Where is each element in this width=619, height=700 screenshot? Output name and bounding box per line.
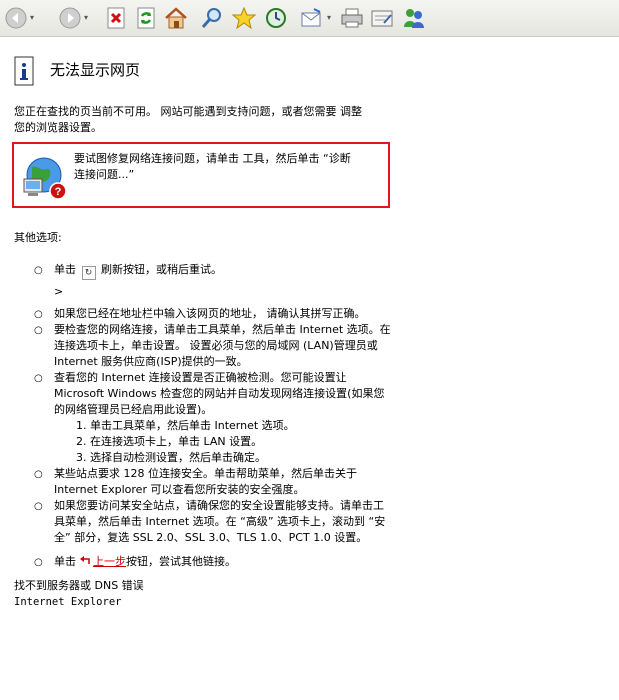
refresh-icon[interactable] <box>134 6 158 30</box>
stop-icon[interactable] <box>104 6 128 30</box>
list-item: ○ 某些站点要求 128 位连接安全。单击帮助菜单，然后单击关于 Interne… <box>34 466 392 498</box>
options-list: ○ 单击 ↻ 刷新按钮，或稍后重试。 > ○ 如果您已经在地址栏中输入该网页的地… <box>34 262 392 570</box>
diagnose-box: ? 要试图修复网络连接问题，请单击 工具，然后单击 “诊断 连接问题...” <box>12 142 390 208</box>
list-item: ○ 单击 上一步按钮，尝试其他链接。 <box>34 554 392 570</box>
intro-line-2: 您的浏览器设置。 <box>14 121 102 134</box>
list-item: ○ 查看您的 Internet 连接设置是否正确被检测。您可能设置让 Micro… <box>34 370 392 466</box>
bullet-icon: ○ <box>34 373 43 384</box>
info-icon <box>14 56 34 86</box>
bullet-icon: ○ <box>34 557 43 568</box>
refresh-option-pre: 单击 <box>54 263 76 276</box>
back-option-pre: 单击 <box>54 555 76 568</box>
footer-error: 找不到服务器或 DNS 错误 <box>14 579 144 592</box>
list-item: ○ 单击 ↻ 刷新按钮，或稍后重试。 > <box>34 262 392 300</box>
step-item: 单击工具菜单，然后单击 Internet 选项。 <box>90 418 392 434</box>
print-icon[interactable] <box>340 6 364 30</box>
mail-dropdown-icon[interactable]: ▾ <box>327 14 334 22</box>
intro-line-1: 您正在查找的页当前不可用。 网站可能遇到支持问题，或者您需要 调整 <box>14 105 362 118</box>
list-item: ○ 要检查您的网络连接，请单击工具菜单，然后单击 Internet 选项。在连接… <box>34 322 392 370</box>
history-icon[interactable] <box>264 6 288 30</box>
footer: 找不到服务器或 DNS 错误 Internet Explorer <box>14 578 144 610</box>
bullet-icon: ○ <box>34 309 43 320</box>
back-link[interactable]: 上一步 <box>93 555 126 568</box>
mail-icon[interactable] <box>300 6 324 30</box>
back-dropdown-icon[interactable]: ▾ <box>30 14 37 22</box>
back-option-post: 按钮，尝试其他链接。 <box>126 555 236 568</box>
secure-site-option: 如果您要访问某安全站点，请确保您的安全设置能够支持。请单击工具菜单，然后单击 I… <box>54 499 386 544</box>
back-arrow-icon <box>79 554 90 564</box>
intro-text: 您正在查找的页当前不可用。 网站可能遇到支持问题，或者您需要 调整 您的浏览器设… <box>14 104 414 136</box>
edit-icon[interactable] <box>370 6 394 30</box>
footer-app: Internet Explorer <box>14 596 122 608</box>
address-option: 如果您已经在地址栏中输入该网页的地址， 请确认其拼写正确。 <box>54 307 366 320</box>
list-item: ○ 如果您已经在地址栏中输入该网页的地址， 请确认其拼写正确。 <box>34 306 392 322</box>
step-item: 在连接选项卡上，单击 LAN 设置。 <box>90 434 392 450</box>
diagnose-text: 要试图修复网络连接问题，请单击 工具，然后单击 “诊断 连接问题...” <box>74 151 374 183</box>
favorites-icon[interactable] <box>232 6 256 30</box>
home-icon[interactable] <box>164 6 188 30</box>
bullet-icon: ○ <box>34 469 43 480</box>
steps-list: 单击工具菜单，然后单击 Internet 选项。 在连接选项卡上，单击 LAN … <box>54 418 392 466</box>
refresh-option-gt: > <box>54 285 64 298</box>
forward-icon[interactable] <box>58 6 82 30</box>
network-globe-icon: ? <box>22 155 70 201</box>
bullet-icon: ○ <box>34 501 43 512</box>
bullet-icon: ○ <box>34 265 43 276</box>
security-128-option: 某些站点要求 128 位连接安全。单击帮助菜单，然后单击关于 Internet … <box>54 467 357 496</box>
page-title-block: 无法显示网页 <box>14 56 414 92</box>
detect-option: 查看您的 Internet 连接设置是否正确被检测。您可能设置让 Microso… <box>54 371 385 416</box>
diagnose-line-1: 要试图修复网络连接问题，请单击 工具，然后单击 “诊断 <box>74 152 351 165</box>
network-option: 要检查您的网络连接，请单击工具菜单，然后单击 Internet 选项。在连接选项… <box>54 323 391 368</box>
refresh-small-icon[interactable]: ↻ <box>81 266 96 280</box>
diagnose-line-2: 连接问题...” <box>74 168 135 181</box>
forward-dropdown-icon[interactable]: ▾ <box>84 14 91 22</box>
refresh-option-post: 刷新按钮，或稍后重试。 <box>101 263 222 276</box>
search-icon[interactable] <box>200 6 224 30</box>
other-options-heading: 其他选项: <box>14 231 62 244</box>
step-item: 选择自动检测设置，然后单击确定。 <box>90 450 392 466</box>
bullet-icon: ○ <box>34 325 43 336</box>
messenger-icon[interactable] <box>402 6 426 30</box>
page-title: 无法显示网页 <box>50 61 141 79</box>
browser-toolbar: ▾ ▾ ▾ <box>0 0 619 37</box>
back-icon[interactable] <box>4 6 28 30</box>
svg-text:?: ? <box>55 186 62 198</box>
list-item: ○ 如果您要访问某安全站点，请确保您的安全设置能够支持。请单击工具菜单，然后单击… <box>34 498 392 546</box>
